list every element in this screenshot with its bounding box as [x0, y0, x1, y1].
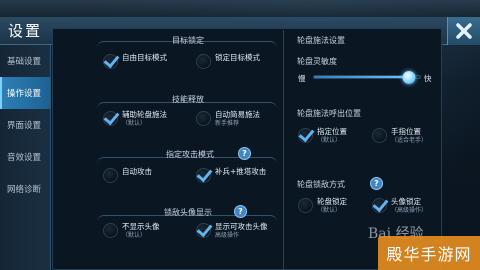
option-label: 自动简易施法 [215, 110, 260, 119]
close-button[interactable] [447, 17, 480, 45]
option-wheel-lock[interactable]: 轮盘锁定 （默认） [298, 197, 347, 215]
option-sublabel: （适合老手） [391, 137, 428, 145]
radio-check[interactable] [196, 223, 211, 238]
option-sublabel: 新手推荐 [215, 120, 240, 128]
radio-check[interactable] [196, 168, 211, 183]
radio-check[interactable] [103, 168, 118, 183]
radio-check[interactable] [196, 54, 211, 69]
slider-thumb[interactable] [402, 71, 416, 84]
sidebar-item-label: 界面设置 [7, 121, 42, 131]
option-sublabel: （默认） [317, 207, 342, 215]
radio-check[interactable] [298, 198, 313, 213]
site-watermark-badge: 殿华手游网 [378, 236, 480, 270]
option-lock-target[interactable]: 锁定目标模式 [196, 53, 260, 69]
column-divider [283, 30, 284, 270]
option-fixed-position[interactable]: 指定位置 （默认） [298, 127, 347, 145]
radio-check[interactable] [372, 128, 387, 143]
option-lasthit-push[interactable]: 补兵+推塔攻击 [196, 167, 267, 183]
option-label: 轮盘锁定 [317, 197, 347, 206]
page-title: 设置 [8, 22, 43, 40]
sidebar-item-interface[interactable]: 界面设置 [0, 109, 50, 141]
settings-sidebar: 基础设置 操作设置 界面设置 音效设置 网络诊断 [0, 45, 51, 270]
option-sublabel: （默认） [122, 232, 147, 240]
option-label: 自由目标模式 [122, 53, 167, 62]
option-sublabel: （高级操作） [391, 207, 428, 215]
option-label: 补兵+推塔攻击 [215, 167, 267, 176]
help-icon[interactable]: ? [370, 177, 383, 190]
section-title-wheel-position: 轮盘施法呼出位置 [297, 109, 361, 118]
close-icon [456, 23, 472, 39]
radio-check[interactable] [103, 54, 118, 69]
slider-max-label: 快 [424, 74, 432, 83]
sidebar-item-basic[interactable]: 基础设置 [0, 45, 50, 77]
radio-check[interactable] [298, 128, 313, 143]
section-title-wheel-cast: 轮盘施法设置 [297, 36, 345, 45]
sensitivity-slider[interactable] [313, 71, 421, 84]
sidebar-item-audio[interactable]: 音效设置 [0, 141, 50, 173]
option-label: 头像锁定 [391, 197, 421, 206]
option-label: 自动攻击 [122, 167, 152, 176]
radio-check[interactable] [372, 198, 387, 213]
radio-check[interactable] [196, 111, 211, 126]
option-free-target[interactable]: 自由目标模式 [103, 53, 167, 69]
option-label: 显示可攻击头像 [215, 222, 268, 231]
option-label: 手指位置 [391, 127, 421, 136]
option-finger-position[interactable]: 手指位置 （适合老手） [372, 127, 428, 145]
option-label: 锁定目标模式 [215, 53, 260, 62]
slider-fill [314, 76, 410, 78]
section-title-target-lock: 目标锁定 [172, 36, 204, 45]
option-hide-avatar[interactable]: 不显示头像 （默认） [103, 222, 160, 240]
help-icon[interactable]: ? [234, 205, 247, 218]
sidebar-item-label: 操作设置 [7, 89, 42, 99]
option-auto-attack[interactable]: 自动攻击 [103, 167, 152, 183]
help-icon[interactable]: ? [238, 147, 251, 160]
sensitivity-label: 轮盘灵敏度 [297, 57, 337, 66]
sidebar-item-label: 音效设置 [7, 153, 42, 163]
section-title-enemy-avatar: 锁敌头像显示 [164, 208, 212, 217]
radio-check[interactable] [103, 223, 118, 238]
section-title-wheel-lock: 轮盘锁敌方式 [297, 180, 345, 189]
option-label: 不显示头像 [122, 222, 160, 231]
option-sublabel: 高级操作 [215, 232, 240, 240]
option-show-avatar[interactable]: 显示可攻击头像 高级操作 [196, 222, 268, 240]
option-auto-simple[interactable]: 自动简易施法 新手推荐 [196, 110, 260, 128]
slider-min-label: 慢 [298, 74, 306, 83]
radio-check[interactable] [103, 111, 118, 126]
option-label: 辅助轮盘施法 [122, 110, 167, 119]
option-sublabel: （默认） [122, 120, 147, 128]
sidebar-item-label: 基础设置 [7, 57, 42, 67]
option-sublabel: （默认） [317, 137, 342, 145]
sidebar-item-network[interactable]: 网络诊断 [0, 173, 50, 205]
option-label: 指定位置 [317, 127, 347, 136]
sidebar-item-label: 网络诊断 [7, 185, 42, 195]
option-avatar-lock[interactable]: 头像锁定 （高级操作） [372, 197, 428, 215]
game-hud-strip [0, 0, 480, 17]
section-title-attack-mode: 指定攻击模式 [166, 150, 214, 159]
option-assist-wheel[interactable]: 辅助轮盘施法 （默认） [103, 110, 167, 128]
section-title-skill-release: 技能释放 [172, 95, 204, 104]
sidebar-item-controls[interactable]: 操作设置 [0, 77, 50, 109]
